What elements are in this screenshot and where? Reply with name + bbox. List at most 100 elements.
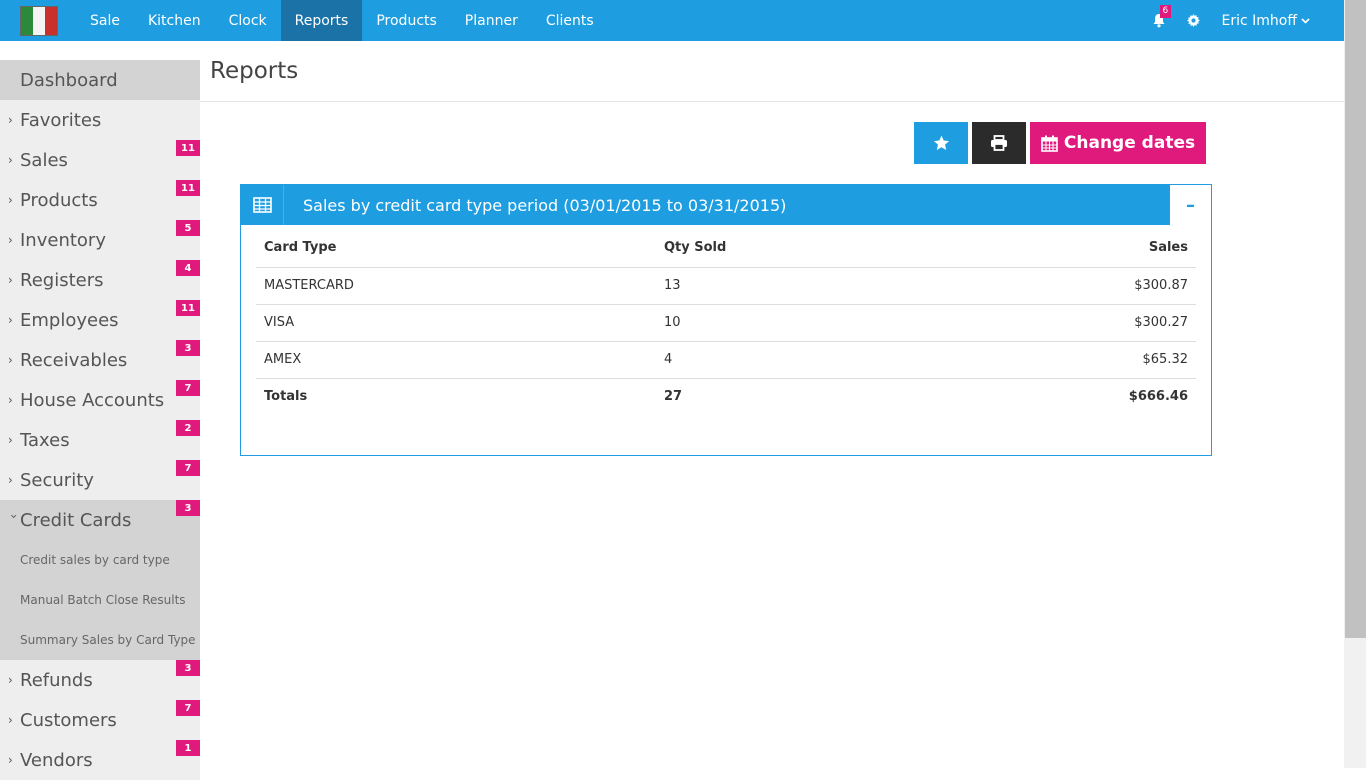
- notification-count-badge: 6: [1159, 5, 1172, 18]
- nav-planner[interactable]: Planner: [451, 0, 532, 41]
- chevron-right-icon: ›: [8, 193, 13, 207]
- page-title: Reports: [200, 41, 1344, 102]
- count-badge: 5: [176, 220, 200, 236]
- sidebar-item-products[interactable]: › Products 11: [0, 180, 200, 220]
- sidebar-item-label: Products: [20, 189, 98, 211]
- column-header-card-type: Card Type: [256, 229, 656, 268]
- nav-kitchen[interactable]: Kitchen: [134, 0, 215, 41]
- card-type-cell: AMEX: [256, 341, 656, 379]
- column-header-sales: Sales: [931, 229, 1196, 268]
- sidebar-item-vendors[interactable]: › Vendors 1: [0, 740, 200, 780]
- user-menu[interactable]: Eric Imhoff: [1214, 13, 1345, 29]
- report-panel: Sales by credit card type period (03/01/…: [240, 184, 1212, 456]
- nav-products[interactable]: Products: [362, 0, 450, 41]
- panel-title: Sales by credit card type period (03/01/…: [303, 195, 787, 215]
- sidebar-item-receivables[interactable]: › Receivables 3: [0, 340, 200, 380]
- sales-cell: $300.87: [931, 267, 1196, 305]
- count-badge: 3: [176, 660, 200, 676]
- sidebar-item-dashboard[interactable]: Dashboard: [0, 60, 200, 100]
- sidebar-item-label: Customers: [20, 709, 117, 731]
- sidebar: Dashboard › Favorites › Sales 11 › Produ…: [0, 41, 200, 780]
- sidebar-item-security[interactable]: › Security 7: [0, 460, 200, 500]
- favorite-button[interactable]: [914, 122, 968, 164]
- sidebar-item-label: Sales: [20, 149, 68, 171]
- print-icon: [991, 135, 1007, 151]
- sidebar-item-label: House Accounts: [20, 389, 165, 411]
- chevron-right-icon: ›: [8, 433, 13, 447]
- totals-qty-cell: 27: [664, 389, 683, 405]
- panel-icon-cell: [241, 185, 284, 225]
- sidebar-item-label: Security: [20, 469, 94, 491]
- count-badge: 7: [176, 380, 200, 396]
- card-type-cell: VISA: [256, 304, 656, 342]
- sidebar-item-sales[interactable]: › Sales 11: [0, 140, 200, 180]
- notifications-button[interactable]: 6: [1144, 0, 1174, 41]
- sidebar-item-label: Registers: [20, 269, 104, 291]
- count-badge: 1: [176, 740, 200, 756]
- table-header-row: Card Type Qty Sold Sales: [256, 229, 1196, 268]
- qty-sold-cell: 10: [656, 304, 932, 342]
- sidebar-item-customers[interactable]: › Customers 7: [0, 700, 200, 740]
- sales-cell: $300.27: [931, 304, 1196, 342]
- sales-cell: $65.32: [931, 341, 1196, 379]
- collapse-panel-button[interactable]: –: [1170, 185, 1211, 225]
- change-dates-button[interactable]: Change dates: [1030, 122, 1206, 164]
- table-row: MASTERCARD 13 $300.87: [256, 267, 1196, 305]
- sidebar-subitem-label: Summary Sales by Card Type: [20, 633, 196, 647]
- settings-button[interactable]: [1174, 0, 1214, 41]
- qty-sold-cell: 13: [656, 267, 932, 305]
- logo-image: [20, 5, 58, 36]
- chevron-right-icon: ›: [8, 713, 13, 727]
- sidebar-item-house-accounts[interactable]: › House Accounts 7: [0, 380, 200, 420]
- sidebar-item-label: Favorites: [20, 109, 102, 131]
- sidebar-item-favorites[interactable]: › Favorites: [0, 100, 200, 140]
- qty-sold-cell: 4: [656, 341, 932, 379]
- chevron-down-icon: ›: [7, 514, 21, 519]
- sidebar-item-refunds[interactable]: › Refunds 3: [0, 660, 200, 700]
- sidebar-subitem-manual-batch-close-results[interactable]: Manual Batch Close Results: [0, 580, 200, 620]
- panel-header: Sales by credit card type period (03/01/…: [241, 185, 1211, 225]
- count-badge: 11: [176, 300, 200, 316]
- nav-clients[interactable]: Clients: [532, 0, 608, 41]
- sidebar-item-employees[interactable]: › Employees 11: [0, 300, 200, 340]
- change-dates-label: Change dates: [1063, 133, 1196, 153]
- sidebar-item-label: Credit Cards: [20, 509, 132, 531]
- sidebar-item-inventory[interactable]: › Inventory 5: [0, 220, 200, 260]
- count-badge: 7: [176, 460, 200, 476]
- nav-sale[interactable]: Sale: [76, 0, 134, 41]
- sidebar-item-label: Dashboard: [20, 69, 118, 91]
- page-scrollbar-thumb[interactable]: [1345, 0, 1366, 638]
- sidebar-item-label: Receivables: [20, 349, 128, 371]
- chevron-right-icon: ›: [8, 153, 13, 167]
- chevron-right-icon: ›: [8, 113, 13, 127]
- sidebar-item-taxes[interactable]: › Taxes 2: [0, 420, 200, 460]
- count-badge: 7: [176, 700, 200, 716]
- card-type-cell: MASTERCARD: [256, 267, 656, 305]
- nav-clock[interactable]: Clock: [215, 0, 281, 41]
- chevron-right-icon: ›: [8, 353, 13, 367]
- logo[interactable]: [0, 0, 76, 41]
- sidebar-item-label: Taxes: [20, 429, 70, 451]
- sidebar-subitem-credit-sales-by-card-type[interactable]: Credit sales by card type: [0, 540, 200, 580]
- sidebar-item-label: Refunds: [20, 669, 93, 691]
- count-badge: 11: [176, 140, 200, 156]
- chevron-right-icon: ›: [8, 273, 13, 287]
- totals-sales-cell: $666.46: [1128, 389, 1188, 405]
- sidebar-subitem-summary-sales-by-card-type[interactable]: Summary Sales by Card Type: [0, 620, 200, 660]
- count-badge: 2: [176, 420, 200, 436]
- report-table: Card Type Qty Sold Sales MASTERCARD 13 $…: [256, 229, 1196, 415]
- totals-label-cell: Totals: [264, 389, 308, 405]
- column-header-qty-sold: Qty Sold: [656, 229, 932, 268]
- count-badge: 3: [176, 340, 200, 356]
- nav-reports[interactable]: Reports: [280, 0, 363, 41]
- print-button[interactable]: [972, 122, 1026, 164]
- sidebar-item-label: Employees: [20, 309, 119, 331]
- count-badge: 4: [176, 260, 200, 276]
- chevron-right-icon: ›: [8, 753, 13, 767]
- chevron-right-icon: ›: [8, 233, 13, 247]
- sidebar-item-credit-cards[interactable]: › Credit Cards 3: [0, 500, 200, 540]
- gear-icon: [1187, 14, 1200, 27]
- chevron-right-icon: ›: [8, 393, 13, 407]
- sidebar-item-registers[interactable]: › Registers 4: [0, 260, 200, 300]
- table-row: VISA 10 $300.27: [256, 304, 1196, 342]
